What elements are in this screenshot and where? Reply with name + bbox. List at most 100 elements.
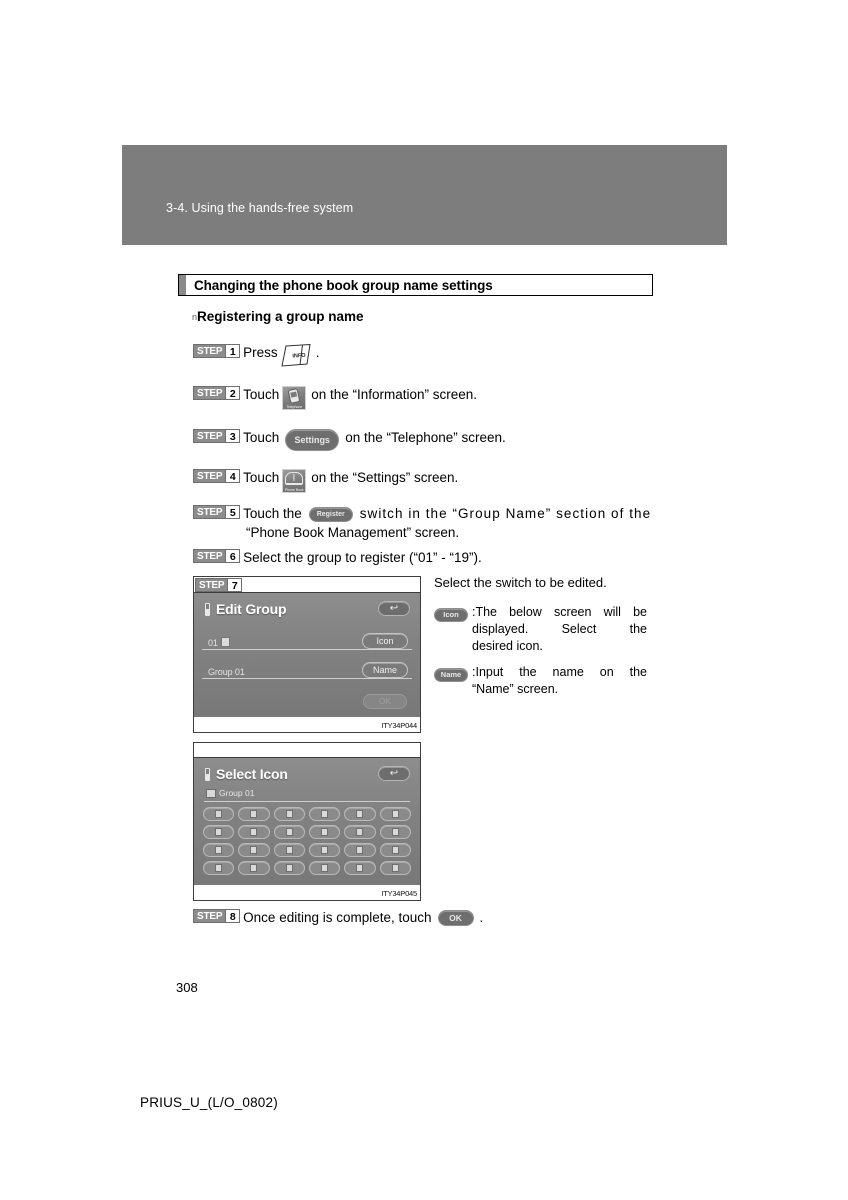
icon-grid-cell[interactable] xyxy=(238,825,270,839)
select-icon-figure-topbar xyxy=(194,743,420,758)
icon-grid-cell[interactable] xyxy=(203,807,235,821)
icon-grid-glyph xyxy=(356,828,364,836)
icon-grid-glyph xyxy=(285,828,293,836)
edit-group-figure: STEP 7 Edit Group ↩ 01 Icon Group 01 Nam… xyxy=(193,576,421,733)
icon-grid-cell[interactable] xyxy=(238,861,270,875)
select-icon-title-text: Select Icon xyxy=(216,766,288,782)
step-4-text-post: on the “Settings” screen. xyxy=(311,470,459,485)
phone-book-glyph xyxy=(283,472,305,485)
telephone-glyph xyxy=(283,388,305,403)
icon-grid-cell[interactable] xyxy=(238,843,270,857)
icon-grid-cell[interactable] xyxy=(203,843,235,857)
step-number: 8 xyxy=(225,909,241,923)
icon-grid-cell[interactable] xyxy=(379,843,411,857)
document-footer: PRIUS_U_(L/O_0802) xyxy=(140,1095,278,1110)
step-2-text-post: on the “Information” screen. xyxy=(311,387,478,402)
icon-grid-cell[interactable] xyxy=(379,861,411,875)
step-word: STEP xyxy=(195,577,228,592)
description-icon-line-1: :The below screen will be xyxy=(472,605,647,619)
step-3-text-post: on the “Telephone” screen. xyxy=(345,430,506,445)
icon-grid-cell[interactable] xyxy=(344,825,376,839)
step-row-3: STEP 3 Touch Settings on the “Telephone”… xyxy=(193,429,506,451)
step-word: STEP xyxy=(193,549,226,563)
step-word: STEP xyxy=(193,505,226,519)
icon-grid-cell[interactable] xyxy=(203,861,235,875)
icon-grid xyxy=(203,807,411,875)
icon-grid-cell[interactable] xyxy=(309,807,341,821)
icon-button-reference[interactable]: Icon xyxy=(434,607,468,622)
back-button[interactable]: ↩ xyxy=(378,601,410,616)
icon-grid-glyph xyxy=(356,864,364,872)
icon-pill-wrap: Icon xyxy=(434,604,472,623)
step-4-text-pre: Touch xyxy=(243,470,280,485)
icon-grid-cell[interactable] xyxy=(203,825,235,839)
step-2-text-pre: Touch xyxy=(243,387,280,402)
step-word: STEP xyxy=(193,386,226,400)
group-label-text: Group 01 xyxy=(219,788,255,798)
icon-grid-cell[interactable] xyxy=(273,825,305,839)
icon-grid-glyph xyxy=(356,810,364,818)
back-button[interactable]: ↩ xyxy=(378,766,410,781)
icon-grid-glyph xyxy=(285,846,293,854)
description-name-line-2: “Name” screen. xyxy=(472,682,559,696)
icon-grid-cell[interactable] xyxy=(344,807,376,821)
edit-group-figure-code: ITY34P044 xyxy=(381,721,417,730)
sub-heading: nRegistering a group name xyxy=(192,309,364,324)
icon-grid-glyph xyxy=(250,828,258,836)
register-button[interactable]: Register xyxy=(308,506,353,522)
icon-grid-cell[interactable] xyxy=(344,861,376,875)
icon-grid-cell[interactable] xyxy=(379,807,411,821)
step-row-6: STEP 6 Select the group to register (“01… xyxy=(193,549,482,567)
telephone-icon-label: Telephone xyxy=(286,404,303,409)
step-badge-4: STEP 4 xyxy=(193,469,241,483)
step-row-8: STEP 8 Once editing is complete, touch O… xyxy=(193,909,483,927)
step-5-text-line2: “Phone Book Management” screen. xyxy=(246,525,460,540)
edit-group-icon-value: 01 xyxy=(208,637,230,648)
select-icon-screen: Select Icon ↩ Group 01 xyxy=(194,758,420,885)
icon-grid-glyph xyxy=(285,810,293,818)
icon-grid-glyph xyxy=(391,828,399,836)
phone-book-icon-label: Phone Book xyxy=(284,487,304,492)
ok-button-reference[interactable]: OK xyxy=(437,910,474,927)
icon-grid-cell[interactable] xyxy=(309,861,341,875)
step-3-text-pre: Touch xyxy=(243,430,280,445)
chapter-header-band: 3-4. Using the hands-free system xyxy=(122,145,727,245)
icon-grid-cell[interactable] xyxy=(309,825,341,839)
step-number: 5 xyxy=(225,505,241,519)
select-icon-figure: Select Icon ↩ Group 01 ITY34P045 xyxy=(193,742,421,901)
icon-grid-cell[interactable] xyxy=(273,843,305,857)
icon-grid-cell[interactable] xyxy=(238,807,270,821)
name-button-reference[interactable]: Name xyxy=(434,667,468,682)
phone-mark-icon xyxy=(205,767,210,781)
icon-grid-cell[interactable] xyxy=(309,843,341,857)
settings-button[interactable]: Settings xyxy=(285,429,340,451)
icon-grid-cell[interactable] xyxy=(344,843,376,857)
step-8-text-pre: Once editing is complete, touch xyxy=(243,910,432,925)
step-badge-2: STEP 2 xyxy=(193,386,241,400)
step-row-4: STEP 4 Touch Phone Book on the “Settings… xyxy=(193,469,458,493)
step-5-text-line1: switch in the “Group Name” section of th… xyxy=(359,506,652,521)
edit-group-name-value: Group 01 xyxy=(208,667,245,677)
select-icon-title: Select Icon xyxy=(205,766,288,782)
icon-grid-cell[interactable] xyxy=(273,807,305,821)
icon-button[interactable]: Icon xyxy=(362,633,408,649)
step-number: 7 xyxy=(227,577,243,592)
section-title-accent-bar xyxy=(179,275,186,295)
edit-group-row-2-divider xyxy=(202,678,412,679)
description-icon-line-2: displayed. Select the xyxy=(472,622,647,636)
edit-group-title: Edit Group xyxy=(205,601,287,617)
icon-grid-cell[interactable] xyxy=(273,861,305,875)
icon-grid-cell[interactable] xyxy=(379,825,411,839)
step-badge-6: STEP 6 xyxy=(193,549,241,563)
icon-grid-glyph xyxy=(356,846,364,854)
name-pill-wrap: Name xyxy=(434,664,472,683)
step-row-2: STEP 2 Touch Telephone on the “Informati… xyxy=(193,386,477,410)
description-name-line-1: :Input the name on the xyxy=(472,665,647,679)
ok-button[interactable]: OK xyxy=(363,694,407,709)
icon-grid-glyph xyxy=(250,864,258,872)
group-icon-preview xyxy=(206,788,216,798)
name-button[interactable]: Name xyxy=(362,662,408,678)
step-5-text-pre: Touch the xyxy=(243,506,302,521)
icon-grid-glyph xyxy=(391,810,399,818)
description-icon-text: :The below screen will be displayed. Sel… xyxy=(472,604,647,655)
